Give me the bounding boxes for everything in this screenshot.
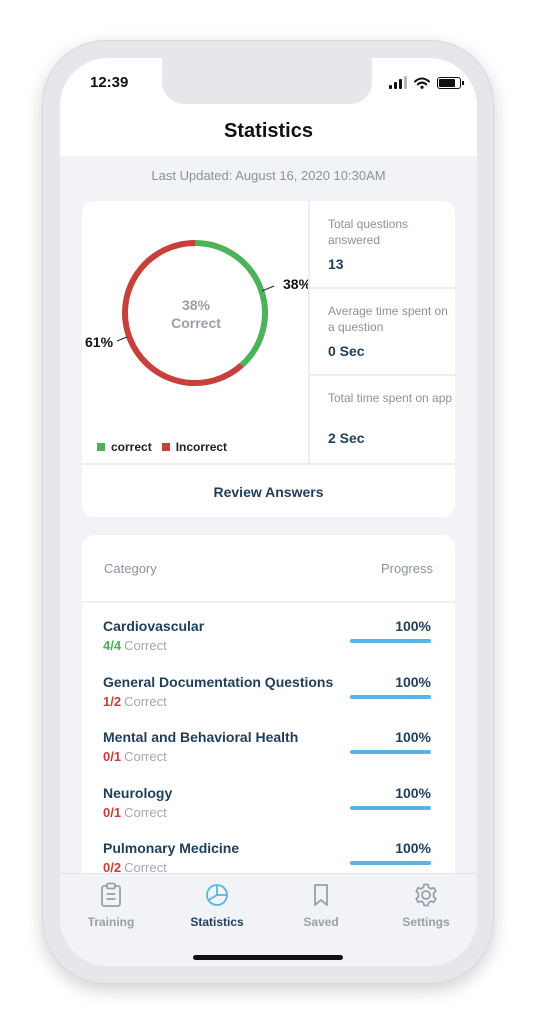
battery-icon bbox=[437, 77, 464, 89]
tab-training-label: Training bbox=[87, 915, 135, 929]
donut-center-label: 38% Correct bbox=[161, 296, 231, 332]
donut-center-text: Correct bbox=[171, 315, 221, 331]
category-correct-word: Correct bbox=[124, 693, 167, 709]
donut-chart: 38% 61% 38% Correct correct Incorrect bbox=[82, 201, 312, 463]
tab-settings[interactable]: Settings bbox=[381, 882, 471, 929]
slice-label-correct: 38% bbox=[283, 276, 308, 292]
category-row[interactable]: General Documentation Questions 100% 1/2 Co… bbox=[82, 674, 455, 729]
category-name: Neurology bbox=[103, 784, 173, 801]
chart-legend: correct Incorrect bbox=[97, 440, 237, 454]
category-progress-fill bbox=[350, 750, 431, 754]
category-progress-percent: 100% bbox=[395, 784, 431, 801]
category-progress-percent: 100% bbox=[395, 618, 431, 634]
slice-label-incorrect: 61% bbox=[85, 334, 114, 350]
stat-total-questions: Total questions answered 13 bbox=[310, 201, 457, 289]
category-progress-fill bbox=[350, 861, 431, 865]
category-progress-bar bbox=[350, 694, 431, 699]
stat-value: 0 Sec bbox=[328, 343, 365, 359]
stat-total-time: Total time spent on app 2 Sec bbox=[310, 375, 457, 461]
category-row[interactable]: Neurology 100% 0/1 Correct bbox=[82, 785, 455, 840]
review-answers-label: Review Answers bbox=[213, 484, 324, 500]
pie-chart-icon bbox=[206, 884, 228, 906]
category-name: General Documentation Questions bbox=[103, 673, 334, 690]
category-correct-word: Correct bbox=[124, 804, 167, 820]
category-correct-word: Correct bbox=[124, 638, 167, 653]
status-icons bbox=[389, 76, 464, 89]
donut-svg: 38% 61% bbox=[85, 240, 312, 386]
tab-settings-label: Settings bbox=[402, 915, 450, 929]
category-progress-percent: 100% bbox=[395, 840, 431, 856]
stat-value: 13 bbox=[328, 256, 344, 272]
category-progress-fill bbox=[350, 639, 431, 643]
leader-line-incorrect bbox=[116, 336, 128, 342]
stat-average-time: Average time spent on a question 0 Sec bbox=[310, 288, 457, 376]
tab-saved-label: Saved bbox=[303, 915, 339, 929]
last-updated-text: Last Updated: August 16, 2020 10:30AM bbox=[151, 168, 386, 183]
category-progress-fill bbox=[350, 805, 431, 810]
tab-bar: Training Statistics Saved Settings bbox=[60, 873, 477, 966]
signal-icon bbox=[389, 76, 407, 89]
stat-label: Total time spent on app bbox=[328, 391, 453, 405]
tab-statistics[interactable]: Statistics bbox=[172, 882, 262, 929]
legend-item-correct: correct bbox=[97, 440, 152, 454]
category-fraction: 0/1 bbox=[103, 804, 122, 820]
category-name: Mental and Behavioral Health bbox=[103, 729, 299, 745]
category-progress-bar bbox=[350, 750, 431, 754]
category-name: Cardiovascular bbox=[103, 618, 205, 634]
category-progress-bar bbox=[350, 639, 431, 643]
tab-saved[interactable]: Saved bbox=[276, 882, 366, 929]
category-score: 0/1 Correct bbox=[103, 749, 167, 764]
app-screen: 12:39 Statistics Last Updated: August 16… bbox=[60, 58, 477, 966]
legend-swatch-correct bbox=[97, 443, 105, 451]
category-progress-percent: 100% bbox=[395, 729, 431, 745]
leader-line-correct bbox=[261, 285, 275, 292]
tab-statistics-label: Statistics bbox=[190, 915, 244, 929]
stat-label: Total questions answered bbox=[328, 217, 409, 247]
category-row[interactable]: Cardiovascular 100% 4/4 Correct bbox=[82, 618, 455, 673]
category-fraction: 1/2 bbox=[103, 693, 122, 709]
category-fraction: 4/4 bbox=[103, 638, 122, 653]
donut-center-percent: 38% bbox=[181, 297, 211, 313]
category-progress-percent: 100% bbox=[395, 673, 431, 690]
category-score: 1/2 Correct bbox=[103, 694, 167, 709]
page-header: Statistics bbox=[60, 116, 477, 156]
home-indicator bbox=[193, 955, 343, 960]
header-category: Category bbox=[104, 561, 157, 576]
category-score: 4/4 Correct bbox=[103, 638, 167, 653]
legend-swatch-incorrect bbox=[161, 443, 170, 451]
review-answers-button[interactable]: Review Answers bbox=[82, 463, 455, 519]
category-name: Pulmonary Medicine bbox=[103, 840, 240, 856]
bookmark-icon bbox=[314, 884, 328, 906]
header-progress: Progress bbox=[380, 561, 433, 576]
category-progress-fill bbox=[350, 694, 431, 699]
category-score: 0/1 Correct bbox=[103, 805, 167, 820]
category-progress-bar bbox=[350, 805, 431, 810]
tab-training[interactable]: Training bbox=[66, 882, 156, 929]
clipboard-icon bbox=[101, 882, 121, 907]
summary-card: 38% 61% 38% Correct correct Incorrect Tot… bbox=[82, 201, 457, 519]
category-row[interactable]: Mental and Behavioral Health 100% 0/1 Corre… bbox=[82, 729, 455, 784]
legend-item-incorrect: Incorrect bbox=[161, 440, 228, 454]
status-time: 12:39 bbox=[90, 74, 129, 91]
stat-label: Average time spent on a question bbox=[328, 304, 448, 334]
category-correct-word: Correct bbox=[124, 749, 167, 764]
device-notch bbox=[162, 58, 372, 104]
wifi-icon bbox=[414, 77, 430, 89]
page-title: Statistics bbox=[224, 120, 313, 142]
gear-icon bbox=[415, 883, 437, 907]
stat-value: 2 Sec bbox=[328, 430, 365, 446]
stats-column: Total questions answered 13 Average time… bbox=[308, 201, 457, 463]
legend-label-incorrect: Incorrect bbox=[175, 440, 228, 454]
legend-label-correct: correct bbox=[111, 440, 152, 454]
category-fraction: 0/1 bbox=[103, 749, 122, 764]
categories-header: Category Progress bbox=[82, 535, 455, 603]
category-progress-bar bbox=[350, 861, 431, 865]
